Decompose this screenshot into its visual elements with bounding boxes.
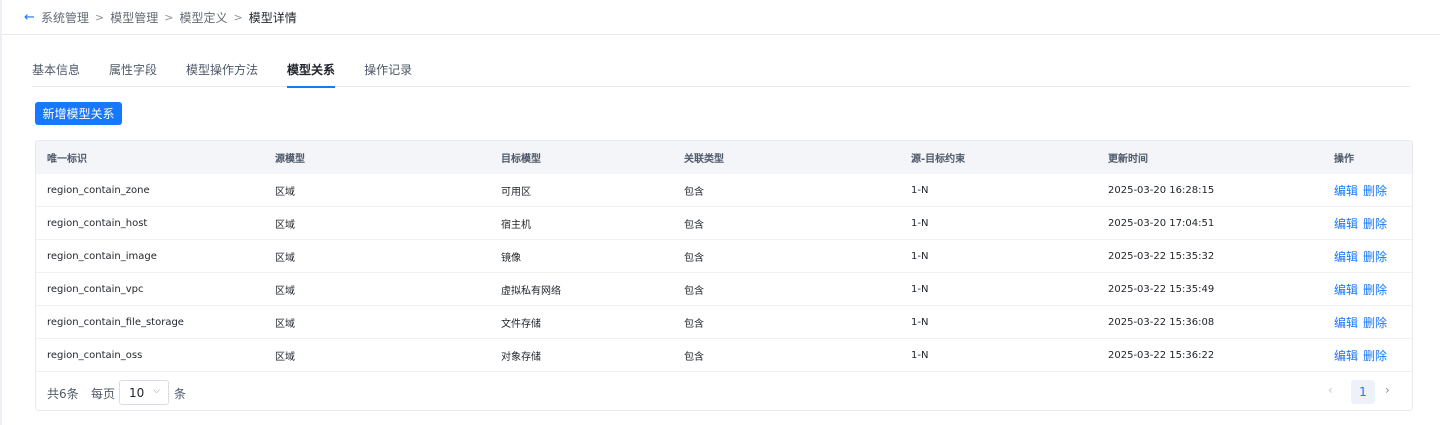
delete-link[interactable]: 删除 bbox=[1363, 283, 1387, 297]
table-row: region_contain_host 区域 宿主机 包含 1-N 2025-0… bbox=[36, 207, 1412, 240]
page-size-select[interactable]: 10 ⌵ bbox=[119, 380, 169, 405]
edit-link[interactable]: 编辑 bbox=[1334, 250, 1358, 264]
cell-target: 镜像 bbox=[501, 252, 521, 264]
breadcrumb-item-model-management[interactable]: 模型管理 bbox=[110, 9, 158, 26]
cell-id: region_contain_zone bbox=[47, 184, 150, 196]
cell-target: 宿主机 bbox=[501, 219, 531, 231]
cell-type: 包含 bbox=[684, 186, 704, 198]
breadcrumb-item-model-definition[interactable]: 模型定义 bbox=[179, 9, 227, 26]
cell-updated: 2025-03-22 15:35:49 bbox=[1108, 283, 1215, 295]
table-row: region_contain_zone 区域 可用区 包含 1-N 2025-0… bbox=[36, 174, 1412, 207]
cell-target: 文件存储 bbox=[501, 318, 541, 330]
chevron-right-icon: > bbox=[164, 10, 174, 24]
table-row: region_contain_file_storage 区域 文件存储 包含 1… bbox=[36, 306, 1412, 339]
cell-target: 可用区 bbox=[501, 186, 531, 198]
column-header-constraint: 源-目标约束 bbox=[911, 154, 966, 165]
column-header-source: 源模型 bbox=[275, 154, 305, 165]
tab-bar: 基本信息 属性字段 模型操作方法 模型关系 操作记录 bbox=[32, 52, 1410, 88]
cell-constraint: 1-N bbox=[911, 217, 929, 229]
tab-operation-log[interactable]: 操作记录 bbox=[364, 52, 412, 87]
column-header-type: 关联类型 bbox=[684, 154, 724, 165]
cell-updated: 2025-03-20 17:04:51 bbox=[1108, 217, 1215, 229]
cell-actions: 编辑 删除 bbox=[1334, 248, 1392, 265]
cell-type: 包含 bbox=[684, 252, 704, 264]
cell-actions: 编辑 删除 bbox=[1334, 215, 1392, 232]
tab-model-methods[interactable]: 模型操作方法 bbox=[186, 52, 258, 87]
cell-updated: 2025-03-22 15:35:32 bbox=[1108, 250, 1215, 262]
cell-actions: 编辑 删除 bbox=[1334, 281, 1392, 298]
cell-actions: 编辑 删除 bbox=[1334, 182, 1392, 199]
cell-type: 包含 bbox=[684, 219, 704, 231]
table-body: region_contain_zone 区域 可用区 包含 1-N 2025-0… bbox=[36, 174, 1412, 372]
tab-attribute-fields[interactable]: 属性字段 bbox=[109, 52, 157, 87]
add-relation-button[interactable]: 新增模型关系 bbox=[35, 102, 122, 125]
cell-actions: 编辑 删除 bbox=[1334, 314, 1392, 331]
cell-id: region_contain_image bbox=[47, 250, 157, 262]
cell-id: region_contain_vpc bbox=[47, 283, 144, 295]
chevron-right-icon: > bbox=[95, 10, 105, 24]
cell-constraint: 1-N bbox=[911, 316, 929, 328]
column-header-id: 唯一标识 bbox=[47, 154, 87, 165]
cell-type: 包含 bbox=[684, 285, 704, 297]
cell-source: 区域 bbox=[275, 186, 295, 198]
tab-basic-info[interactable]: 基本信息 bbox=[32, 52, 80, 87]
edit-link[interactable]: 编辑 bbox=[1334, 283, 1358, 297]
cell-source: 区域 bbox=[275, 219, 295, 231]
cell-constraint: 1-N bbox=[911, 184, 929, 196]
edit-link[interactable]: 编辑 bbox=[1334, 217, 1358, 231]
pagination: 共6条 每页 10 ⌵ 条 ‹ 1 › bbox=[36, 372, 1412, 410]
next-page-button[interactable]: › bbox=[1385, 383, 1390, 397]
table-row: region_contain_image 区域 镜像 包含 1-N 2025-0… bbox=[36, 240, 1412, 273]
breadcrumb: ← 系统管理 > 模型管理 > 模型定义 > 模型详情 bbox=[2, 0, 1440, 35]
page-size-value: 10 bbox=[129, 385, 145, 400]
relations-table: 唯一标识 源模型 目标模型 关联类型 源-目标约束 更新时间 操作 region… bbox=[35, 140, 1413, 411]
per-page-label: 每页 bbox=[91, 387, 116, 401]
cell-source: 区域 bbox=[275, 252, 295, 264]
total-count: 共6条 bbox=[47, 387, 79, 401]
cell-updated: 2025-03-22 15:36:22 bbox=[1108, 349, 1215, 361]
cell-id: region_contain_oss bbox=[47, 349, 143, 361]
chevron-right-icon: > bbox=[233, 10, 243, 24]
cell-type: 包含 bbox=[684, 318, 704, 330]
cell-source: 区域 bbox=[275, 351, 295, 363]
edit-link[interactable]: 编辑 bbox=[1334, 349, 1358, 363]
breadcrumb-current: 模型详情 bbox=[248, 10, 297, 25]
column-header-updated: 更新时间 bbox=[1108, 154, 1148, 165]
cell-target: 对象存储 bbox=[501, 351, 541, 363]
delete-link[interactable]: 删除 bbox=[1363, 250, 1387, 264]
cell-actions: 编辑 删除 bbox=[1334, 347, 1392, 364]
cell-source: 区域 bbox=[275, 318, 295, 330]
cell-constraint: 1-N bbox=[911, 349, 929, 361]
page-size-unit: 条 bbox=[174, 387, 187, 401]
page-number-current[interactable]: 1 bbox=[1351, 380, 1375, 404]
cell-source: 区域 bbox=[275, 285, 295, 297]
column-header-actions: 操作 bbox=[1334, 154, 1354, 165]
table-row: region_contain_oss 区域 对象存储 包含 1-N 2025-0… bbox=[36, 339, 1412, 372]
delete-link[interactable]: 删除 bbox=[1363, 217, 1387, 231]
cell-id: region_contain_file_storage bbox=[47, 316, 184, 328]
cell-updated: 2025-03-22 15:36:08 bbox=[1108, 316, 1215, 328]
chevron-down-icon: ⌵ bbox=[153, 386, 160, 396]
table-header: 唯一标识 源模型 目标模型 关联类型 源-目标约束 更新时间 操作 bbox=[36, 141, 1412, 174]
tab-model-relations[interactable]: 模型关系 bbox=[287, 52, 336, 88]
edit-link[interactable]: 编辑 bbox=[1334, 316, 1358, 330]
page: ← 系统管理 > 模型管理 > 模型定义 > 模型详情 基本信息 属性字段 模型… bbox=[0, 0, 1440, 425]
cell-constraint: 1-N bbox=[911, 283, 929, 295]
table-row: region_contain_vpc 区域 虚拟私有网络 包含 1-N 2025… bbox=[36, 273, 1412, 306]
delete-link[interactable]: 删除 bbox=[1363, 316, 1387, 330]
cell-type: 包含 bbox=[684, 351, 704, 363]
edit-link[interactable]: 编辑 bbox=[1334, 184, 1358, 198]
column-header-target: 目标模型 bbox=[501, 154, 541, 165]
cell-constraint: 1-N bbox=[911, 250, 929, 262]
prev-page-button[interactable]: ‹ bbox=[1328, 383, 1333, 397]
back-arrow-icon[interactable]: ← bbox=[24, 10, 38, 25]
delete-link[interactable]: 删除 bbox=[1363, 349, 1387, 363]
cell-updated: 2025-03-20 16:28:15 bbox=[1108, 184, 1215, 196]
delete-link[interactable]: 删除 bbox=[1363, 184, 1387, 198]
cell-target: 虚拟私有网络 bbox=[501, 285, 561, 297]
breadcrumb-item-system[interactable]: 系统管理 bbox=[41, 9, 89, 26]
cell-id: region_contain_host bbox=[47, 217, 148, 229]
